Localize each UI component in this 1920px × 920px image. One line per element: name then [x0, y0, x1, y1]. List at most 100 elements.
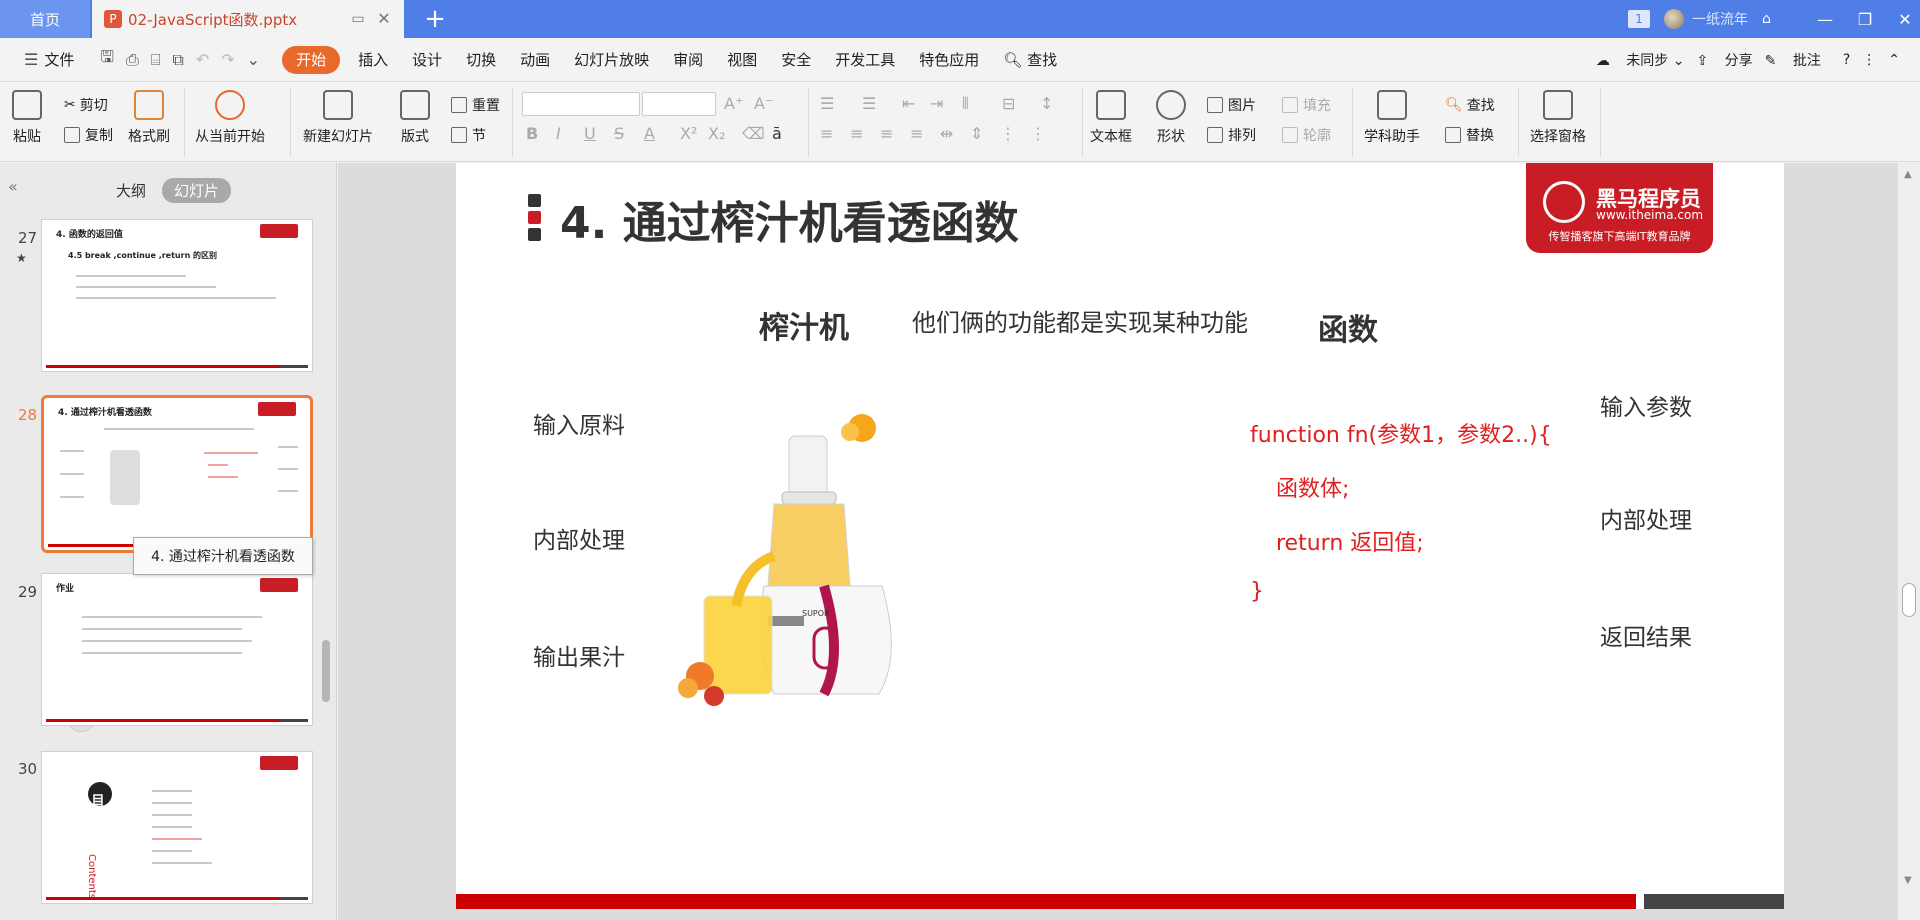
tab-document[interactable]: P 02-JavaScript函数.pptx ▭ ✕: [92, 0, 404, 38]
arrange-button[interactable]: 排列: [1207, 124, 1256, 146]
format-painter-button[interactable]: 格式刷: [128, 90, 170, 146]
comment-button[interactable]: ✎ 批注: [1765, 50, 1821, 70]
subject-helper-button[interactable]: 学科助手: [1364, 90, 1420, 146]
more-icon[interactable]: ⋮: [1862, 52, 1876, 68]
spacing-icon[interactable]: ⇕: [970, 124, 983, 143]
align-text-icon[interactable]: ⊟: [1002, 94, 1015, 113]
replace-button[interactable]: 替换: [1445, 124, 1494, 146]
outline-button[interactable]: 轮廓: [1282, 124, 1331, 146]
skin-icon[interactable]: ⌂: [1762, 11, 1771, 27]
collapse-ribbon-icon[interactable]: ⌃: [1888, 52, 1900, 68]
outdent-icon[interactable]: ⇤: [902, 94, 915, 113]
text-box-button[interactable]: 文本框: [1090, 90, 1132, 146]
shape-button[interactable]: 形状: [1156, 90, 1186, 146]
share-button[interactable]: ⇪ 分享: [1696, 50, 1752, 70]
columns-icon[interactable]: ⋮: [1000, 124, 1016, 143]
strikethrough-icon[interactable]: S: [614, 124, 624, 143]
scroll-down-icon[interactable]: ▼: [1904, 875, 1912, 886]
customize-chevron-icon[interactable]: ⌄: [247, 50, 260, 69]
font-size-select[interactable]: [642, 92, 716, 116]
shrink-font-icon[interactable]: A⁻: [754, 94, 773, 113]
new-slide-button[interactable]: 新建幻灯片: [303, 90, 373, 146]
tab-view[interactable]: 视图: [715, 46, 769, 74]
vertical-scrollbar[interactable]: ▲ ▼: [1898, 163, 1920, 920]
print-preview-icon[interactable]: ⌸: [151, 50, 161, 70]
select-pane-button[interactable]: 选择窗格: [1530, 90, 1586, 146]
window-count-badge[interactable]: 1: [1628, 10, 1650, 28]
ribbon-toolbar: 粘贴 ✂ 剪切 复制 格式刷 从当前开始 新建幻灯片 版式 重置 节 A⁺ A⁻ …: [0, 82, 1920, 162]
tab-insert[interactable]: 插入: [346, 46, 400, 74]
tab-slides[interactable]: 幻灯片: [162, 178, 232, 203]
tab-transitions[interactable]: 切换: [454, 46, 508, 74]
tab-features[interactable]: 特色应用: [907, 46, 991, 74]
thumbnail-scrollbar[interactable]: [322, 640, 330, 702]
find-button[interactable]: 🔍︎ 查找: [1445, 94, 1495, 116]
tab-design[interactable]: 设计: [400, 46, 454, 74]
tab-home[interactable]: 首页: [0, 0, 90, 38]
reset-button[interactable]: 重置: [451, 94, 500, 116]
subscript-icon[interactable]: X₂: [708, 124, 725, 143]
align-right-icon[interactable]: ≡: [880, 124, 893, 143]
underline-icon[interactable]: U: [584, 124, 596, 143]
tab-security[interactable]: 安全: [769, 46, 823, 74]
tab-slideshow[interactable]: 幻灯片放映: [562, 46, 661, 74]
tab-home-ribbon[interactable]: 开始: [282, 45, 341, 74]
font-color-icon[interactable]: A: [644, 124, 655, 143]
close-tab-icon[interactable]: ✕: [376, 11, 392, 27]
bold-icon[interactable]: B: [526, 124, 538, 143]
italic-icon[interactable]: I: [556, 124, 561, 143]
layout-button[interactable]: 版式: [400, 90, 430, 146]
tab-review[interactable]: 审阅: [661, 46, 715, 74]
menu-hamburger-icon[interactable]: ☰: [24, 50, 38, 69]
superscript-icon[interactable]: X²: [680, 124, 697, 143]
bullet-list-icon[interactable]: ☰: [820, 94, 834, 113]
distribute-icon[interactable]: ⇹: [940, 124, 953, 143]
maximize-icon[interactable]: ❐: [1845, 10, 1885, 29]
line-spacing-icon[interactable]: ↕: [1040, 94, 1053, 113]
slide-thumbnail-28[interactable]: 4. 通过榨汁机看透函数: [41, 395, 313, 553]
align-center-icon[interactable]: ≡: [850, 124, 863, 143]
scroll-up-icon[interactable]: ▲: [1904, 169, 1912, 180]
justify-icon[interactable]: ≡: [910, 124, 923, 143]
scroll-thumb[interactable]: [1902, 583, 1916, 617]
text-effect-icon[interactable]: ā: [772, 124, 782, 143]
tab-animations[interactable]: 动画: [508, 46, 562, 74]
tab-outline[interactable]: 大纲: [104, 178, 158, 203]
user-name[interactable]: 一纸流年: [1692, 9, 1748, 29]
undo-icon[interactable]: ↶: [196, 50, 209, 69]
export-icon[interactable]: ⧉: [172, 50, 183, 70]
restore-tab-icon[interactable]: ▭: [350, 11, 366, 27]
collapse-panel-icon[interactable]: «: [8, 177, 18, 196]
align-left-icon[interactable]: ≡: [820, 124, 833, 143]
slide-thumbnail-27[interactable]: 4. 函数的返回值 4.5 break ,continue ,return 的区…: [41, 219, 313, 372]
fill-button[interactable]: 填充: [1282, 94, 1331, 116]
search-menu[interactable]: 🔍︎ 查找: [991, 46, 1069, 74]
from-current-button[interactable]: 从当前开始: [195, 90, 265, 146]
cut-button[interactable]: ✂ 剪切: [64, 94, 108, 116]
print-icon[interactable]: ⎙: [126, 50, 139, 70]
numbered-list-icon[interactable]: ☰: [862, 94, 876, 113]
redo-icon[interactable]: ↷: [221, 50, 234, 69]
minimize-icon[interactable]: —: [1805, 10, 1845, 29]
new-tab-button[interactable]: +: [420, 4, 450, 34]
help-icon[interactable]: ?: [1843, 52, 1850, 68]
tab-developer[interactable]: 开发工具: [823, 46, 907, 74]
close-window-icon[interactable]: ✕: [1885, 10, 1920, 29]
section-button[interactable]: 节: [451, 124, 486, 146]
paste-button[interactable]: 粘贴: [12, 90, 42, 146]
slide-canvas[interactable]: 4. 通过榨汁机看透函数 黑马程序员 www.itheima.com 传智播客旗…: [456, 163, 1784, 909]
copy-button[interactable]: 复制: [64, 124, 113, 146]
file-menu[interactable]: 文件: [44, 49, 74, 70]
text-direction-icon[interactable]: ⫴: [962, 94, 969, 114]
save-icon[interactable]: 🖫: [100, 46, 114, 73]
clear-format-icon[interactable]: ⌫: [742, 124, 765, 143]
paragraph-icon[interactable]: ⋮: [1030, 124, 1046, 143]
font-family-select[interactable]: [522, 92, 640, 116]
picture-button[interactable]: 图片: [1207, 94, 1256, 116]
grow-font-icon[interactable]: A⁺: [724, 94, 743, 113]
slide-thumbnail-29[interactable]: 作业: [41, 573, 313, 726]
slide-thumbnail-30[interactable]: 目录 Contents: [41, 751, 313, 904]
avatar[interactable]: [1664, 9, 1684, 29]
sync-status[interactable]: ☁ 未同步 ⌄: [1596, 50, 1685, 70]
indent-icon[interactable]: ⇥: [930, 94, 943, 113]
